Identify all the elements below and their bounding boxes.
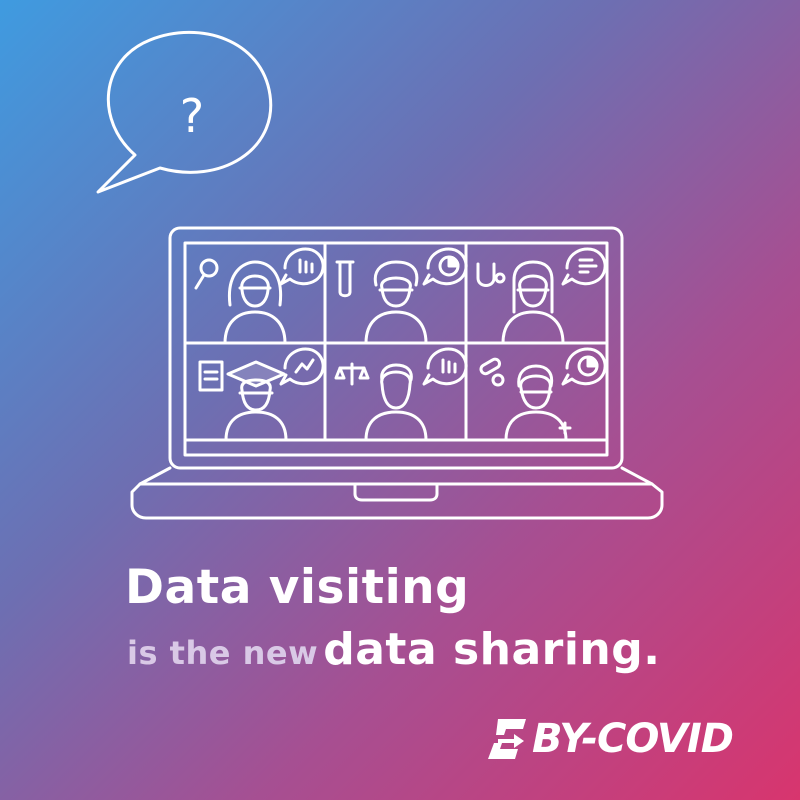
headline: Data visiting [125, 560, 470, 615]
person-avatar [501, 260, 565, 345]
person-avatar [364, 260, 428, 345]
person-avatar [223, 260, 287, 345]
magnifier-icon [194, 258, 219, 290]
pie-chart-icon [561, 347, 607, 386]
bar-chart-icon [279, 247, 325, 286]
scales-icon [334, 362, 370, 386]
speech-bubble-icon: ? [96, 31, 273, 194]
poster: ? Data visiting is the new data sharing.… [0, 0, 800, 800]
video-tile-5 [334, 347, 468, 442]
logo-text: BY-COVID [532, 716, 734, 762]
stethoscope-icon [476, 262, 506, 287]
clipboard-icon [198, 360, 224, 392]
list-chart-icon [561, 247, 607, 286]
bar-chart-icon [422, 347, 468, 386]
pills-icon [479, 357, 505, 387]
subline-prefix: is the new [127, 634, 319, 672]
subline: is the new data sharing. [127, 624, 660, 675]
video-tile-2 [335, 247, 468, 345]
person-avatar [504, 364, 572, 442]
pie-chart-icon [422, 247, 468, 286]
person-avatar [364, 363, 428, 442]
logo-e-arrow-icon [488, 719, 526, 759]
subline-emphasis: data sharing. [323, 624, 661, 675]
question-mark: ? [180, 89, 204, 143]
by-covid-logo: BY-COVID [488, 716, 734, 762]
video-tile-1 [194, 247, 325, 345]
person-avatar [224, 360, 288, 442]
line-chart-icon [279, 347, 325, 386]
video-tile-6 [479, 347, 607, 442]
test-tube-icon [335, 260, 355, 298]
illustration: ? [96, 31, 664, 520]
video-tile-4 [198, 347, 325, 442]
video-tile-3 [476, 247, 607, 345]
